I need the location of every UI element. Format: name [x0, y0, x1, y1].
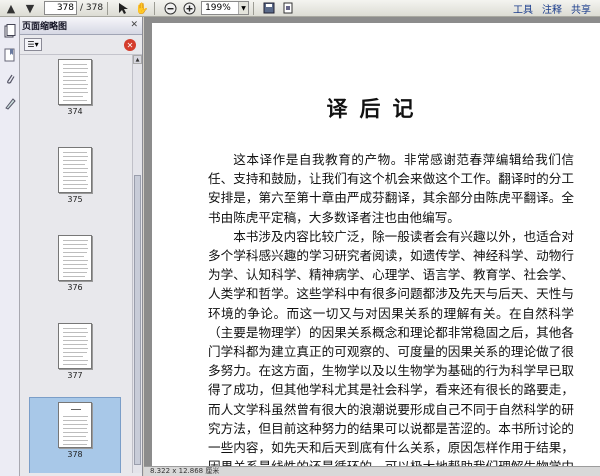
thumbnail-list[interactable]: 374 375 376 377 378 ▲ — [20, 55, 142, 473]
select-tool-icon[interactable] — [115, 1, 131, 15]
page-title: 译后记 — [326, 96, 426, 121]
page-number-input[interactable] — [44, 1, 77, 15]
page-size-readout: 8.322 x 12.868 厘米 — [150, 467, 220, 475]
zoom-level-select[interactable]: 199% ▼ — [201, 1, 250, 15]
panel-header: 页面缩略图 ✕ — [20, 17, 142, 35]
thumbnail-item[interactable]: 374 — [29, 59, 121, 116]
navigation-rail — [0, 17, 20, 476]
thumbnail-page-image — [58, 59, 92, 105]
thumbnail-page-image — [58, 402, 92, 448]
save-icon[interactable] — [261, 1, 277, 15]
thumbnail-item[interactable]: 375 — [29, 147, 121, 204]
thumbnail-label: 375 — [67, 195, 83, 204]
task-menu: 工具 注释 共享 — [513, 0, 600, 17]
thumbnail-item[interactable]: 376 — [29, 235, 121, 292]
options-menu-icon[interactable]: ☰▾ — [24, 38, 42, 51]
delete-page-icon[interactable]: ✕ — [124, 39, 136, 51]
menu-share[interactable]: 共享 — [571, 1, 591, 16]
zoom-out-icon[interactable] — [162, 1, 178, 15]
previous-page-icon[interactable]: ▲ — [3, 1, 19, 15]
thumbnail-label: 377 — [67, 371, 83, 380]
thumbnail-label: 378 — [67, 450, 83, 459]
signatures-icon[interactable] — [3, 95, 17, 111]
page-thumbnails-panel: 页面缩略图 ✕ ☰▾ ✕ 374 375 376 377 378 ▲ — [20, 17, 143, 476]
paragraph: 本书涉及内容比较广泛，除一般读者会有兴趣以外，也适合对多个学科感兴趣的学习研究者… — [208, 228, 574, 466]
panel-toolbar: ☰▾ ✕ — [20, 35, 142, 55]
page-thumbnails-icon[interactable] — [3, 23, 17, 39]
document-body: 这本译作是自我教育的产物。非常感谢范春萍编辑给我们信任、支持和鼓励，让我们有这个… — [208, 150, 574, 466]
menu-tools[interactable]: 工具 — [513, 1, 533, 16]
chevron-down-icon[interactable]: ▼ — [238, 2, 249, 14]
thumbnail-label: 376 — [67, 283, 83, 292]
scrollbar-thumb[interactable] — [134, 175, 141, 465]
page-total: / 378 — [80, 3, 104, 13]
document-viewport[interactable]: 译后记 这本译作是自我教育的产物。非常感谢范春萍编辑给我们信任、支持和鼓励，让我… — [144, 17, 600, 476]
toolbar-separator — [154, 1, 156, 15]
thumbnail-page-image — [58, 323, 92, 369]
toolbar-separator — [253, 1, 255, 15]
status-bar: 8.322 x 12.868 厘米 — [144, 466, 600, 476]
thumbnail-page-image — [58, 235, 92, 281]
thumbnail-item-selected[interactable]: 378 — [29, 397, 121, 473]
document-page: 译后记 这本译作是自我教育的产物。非常感谢范春萍编辑给我们信任、支持和鼓励，让我… — [152, 23, 600, 466]
hand-tool-icon[interactable]: ✋ — [134, 1, 150, 15]
thumbnail-item[interactable]: 377 — [29, 323, 121, 380]
toolbar-separator — [107, 1, 109, 15]
next-page-icon[interactable]: ▼ — [22, 1, 38, 15]
panel-title: 页面缩略图 — [22, 22, 68, 32]
thumbnail-label: 374 — [67, 107, 83, 116]
paragraph: 这本译作是自我教育的产物。非常感谢范春萍编辑给我们信任、支持和鼓励，让我们有这个… — [208, 152, 574, 225]
bookmarks-icon[interactable] — [3, 47, 17, 63]
thumbnail-scrollbar[interactable]: ▲ — [132, 55, 142, 473]
close-icon[interactable]: ✕ — [130, 20, 138, 30]
thumbnail-page-image — [58, 147, 92, 193]
zoom-level-value: 199% — [205, 3, 231, 13]
zoom-in-icon[interactable] — [181, 1, 197, 15]
main-toolbar: ▲ ▼ / 378 ✋ 199% ▼ 工具 注释 共享 — [0, 0, 600, 17]
fit-page-icon[interactable] — [280, 1, 296, 15]
attachments-icon[interactable] — [3, 71, 17, 87]
scroll-up-icon[interactable]: ▲ — [133, 55, 142, 64]
menu-comment[interactable]: 注释 — [542, 1, 562, 16]
